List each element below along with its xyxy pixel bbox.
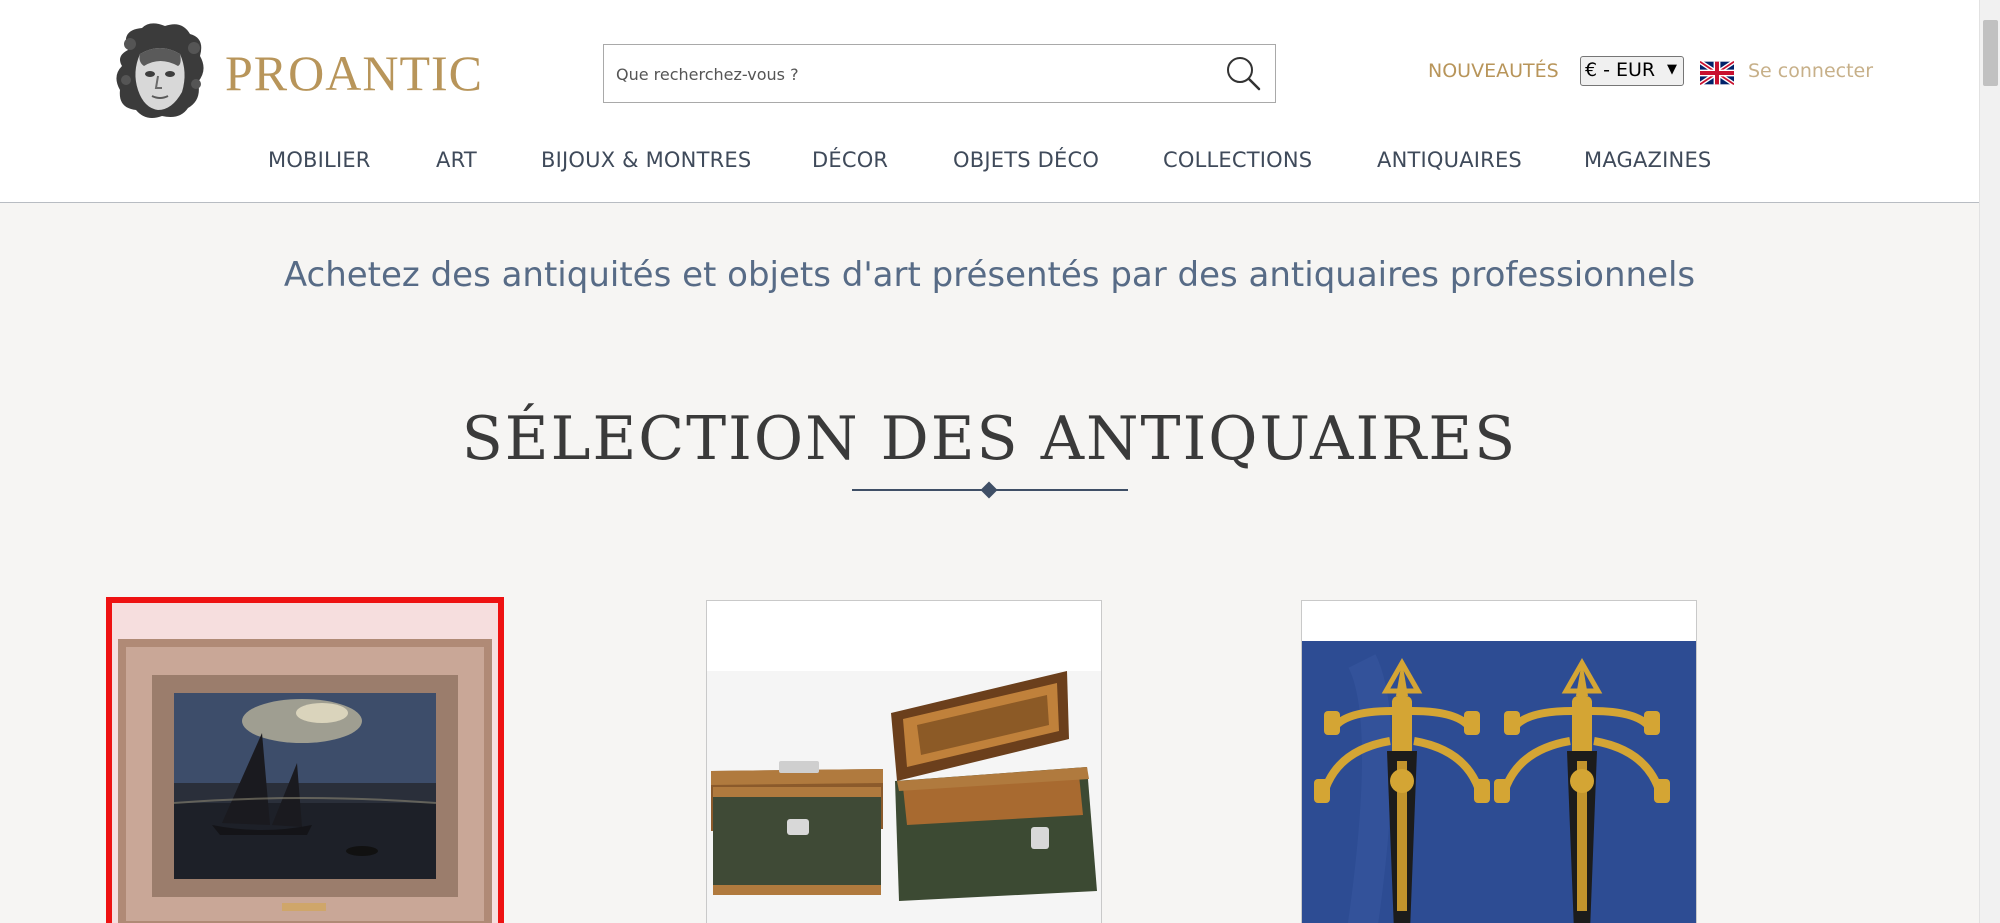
search-box [603,44,1276,103]
product-card[interactable] [1301,600,1697,923]
vertical-scrollbar[interactable] [1979,0,2000,923]
login-link[interactable]: Se connecter [1748,60,1873,82]
search-input[interactable] [616,61,1176,87]
scrollbar-thumb[interactable] [1983,20,1998,86]
currency-select[interactable]: € - EUR ▼ [1580,56,1684,86]
gilt-bronze-candelabra-pair-image [1302,601,1696,923]
site-header: PROANTIC NOUVEAUTÉS € - EUR ▼ Se connect… [0,0,1979,203]
uk-flag-icon[interactable] [1700,61,1734,85]
nav-item-antiquaires[interactable]: ANTIQUAIRES [1377,148,1522,172]
logo-head-icon[interactable] [110,20,210,122]
product-card[interactable] [706,600,1102,923]
nav-item-mobilier[interactable]: MOBILIER [268,148,371,172]
nouveautes-link[interactable]: NOUVEAUTÉS [1428,60,1559,82]
nav-item-art[interactable]: ART [436,148,477,172]
product-card[interactable] [106,597,504,923]
main-nav: MOBILIER ART BIJOUX & MONTRES DÉCOR OBJE… [0,148,1979,178]
nav-item-magazines[interactable]: MAGAZINES [1584,148,1711,172]
nav-item-objets-deco[interactable]: OBJETS DÉCO [953,148,1099,172]
title-divider-diamond [980,481,998,499]
nav-item-decor[interactable]: DÉCOR [812,148,888,172]
nav-item-bijoux-montres[interactable]: BIJOUX & MONTRES [541,148,751,172]
section-title: SÉLECTION DES ANTIQUAIRES [461,404,1518,474]
page-tagline: Achetez des antiquités et objets d'art p… [283,255,1696,295]
logo-text[interactable]: PROANTIC [225,44,483,102]
currency-selected-value: € - EUR [1585,59,1656,81]
chevron-down-icon: ▼ [1667,62,1677,77]
framed-painting-boats-moonlight-image [112,603,498,923]
two-wooden-boxes-image [707,601,1101,923]
search-icon[interactable] [1221,52,1265,96]
nav-item-collections[interactable]: COLLECTIONS [1163,148,1312,172]
